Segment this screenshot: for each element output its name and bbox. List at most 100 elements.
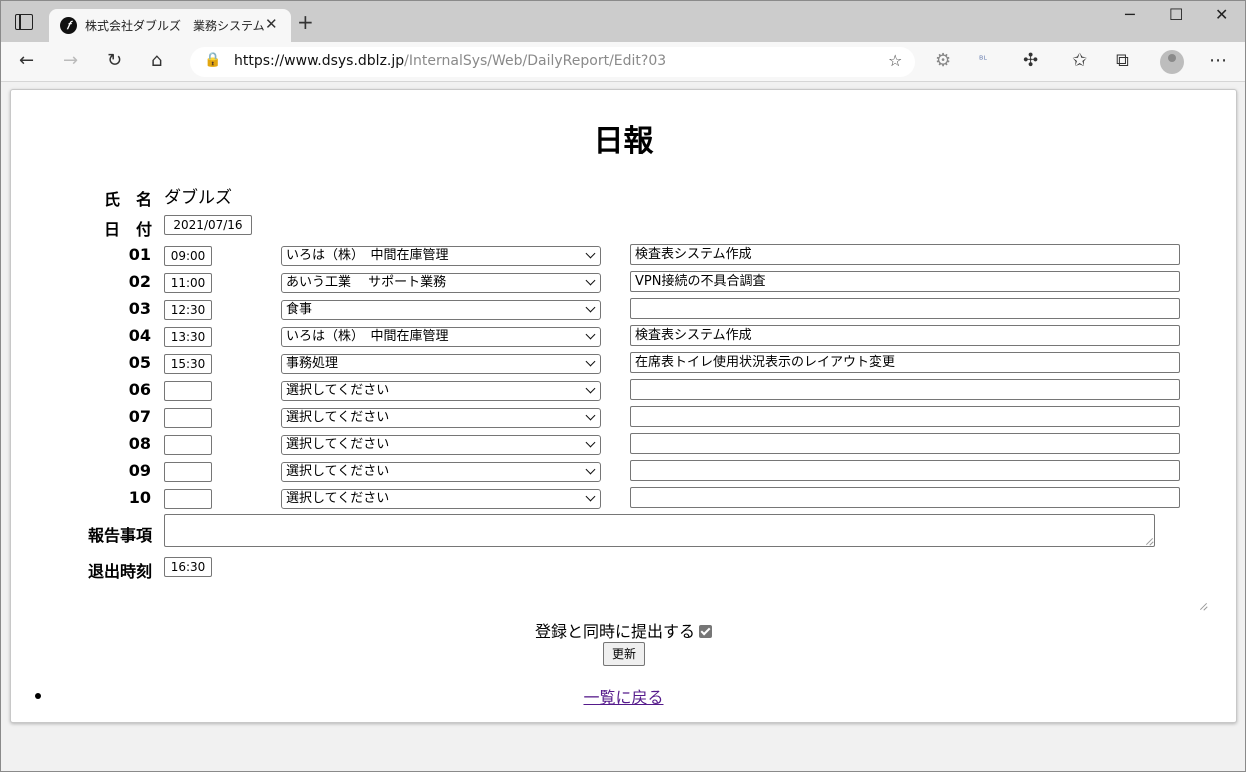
row-number: 10 — [128, 488, 151, 507]
extensions-puzzle-icon[interactable]: ✣ — [1023, 49, 1038, 73]
row-task-select[interactable]: あいう工業 サポート業務 — [281, 273, 601, 293]
chevron-down-icon — [585, 248, 596, 259]
row-task-select[interactable]: 選択してください — [281, 489, 601, 509]
row-task-select[interactable]: 食事 — [281, 300, 601, 320]
resize-grip-icon[interactable] — [1145, 537, 1153, 545]
row-detail-input[interactable] — [630, 433, 1180, 454]
date-label: 日 付 — [104, 220, 153, 239]
row-detail-input[interactable] — [630, 487, 1180, 508]
tab-close-icon[interactable]: ✕ — [265, 15, 278, 33]
add-favorite-icon[interactable]: ☆ — [888, 51, 902, 70]
address-bar[interactable]: 🔒 https://www.dsys.dblz.jp/InternalSys/W… — [190, 47, 915, 77]
row-task-value: 食事 — [286, 302, 313, 317]
row-detail-input[interactable]: 検査表システム作成 — [630, 325, 1180, 346]
row-detail-input[interactable] — [630, 460, 1180, 481]
browser-window: 𝑓 株式会社ダブルズ 業務システム ✕ + ─ ☐ ✕ ← → ↻ ⌂ 🔒 ht… — [0, 0, 1246, 772]
row-number: 01 — [128, 245, 151, 264]
row-detail-input[interactable] — [630, 379, 1180, 400]
row-time-input[interactable]: 12:30 — [164, 300, 212, 320]
chevron-down-icon — [585, 464, 596, 475]
profile-avatar[interactable] — [1160, 50, 1184, 74]
forward-icon[interactable]: → — [63, 49, 78, 73]
page-title: 日報 — [593, 124, 654, 159]
tab-strip: 𝑓 株式会社ダブルズ 業務システム ✕ + ─ ☐ ✕ — [1, 1, 1245, 42]
submit-checkbox-label: 登録と同時に提出する — [534, 622, 695, 641]
row-task-value: あいう工業 サポート業務 — [286, 275, 447, 290]
chevron-down-icon — [585, 437, 596, 448]
row-task-select[interactable]: 選択してください — [281, 408, 601, 428]
collections-icon[interactable]: ⧉ — [1116, 49, 1129, 73]
browser-toolbar: ← → ↻ ⌂ 🔒 https://www.dsys.dblz.jp/Inter… — [1, 42, 1245, 82]
resize-grip-icon[interactable] — [1199, 602, 1207, 610]
row-time-input[interactable]: 13:30 — [164, 327, 212, 347]
row-task-select[interactable]: いろは（株） 中間在庫管理 — [281, 327, 601, 347]
row-detail-input[interactable]: VPN接続の不具合調査 — [630, 271, 1180, 292]
submit-with-register-row: 登録と同時に提出する — [11, 618, 1236, 642]
extension-icon[interactable]: ⚙ — [935, 49, 951, 73]
favorites-icon[interactable]: ✩ — [1072, 49, 1087, 73]
chevron-down-icon — [585, 275, 596, 286]
row-number: 04 — [128, 326, 151, 345]
row-number: 05 — [128, 353, 151, 372]
row-task-select[interactable]: 選択してください — [281, 435, 601, 455]
lock-icon: 🔒 — [204, 52, 222, 68]
chevron-down-icon — [585, 302, 596, 313]
chevron-down-icon — [585, 491, 596, 502]
row-time-input[interactable] — [164, 381, 212, 401]
row-number: 02 — [128, 272, 151, 291]
row-task-value: 選択してください — [286, 437, 390, 452]
back-to-list-link[interactable]: 一覧に戻る — [11, 684, 1236, 708]
home-icon[interactable]: ⌂ — [151, 49, 162, 73]
new-tab-icon[interactable]: + — [297, 10, 314, 34]
row-task-value: 事務処理 — [286, 356, 339, 371]
report-textarea[interactable] — [164, 514, 1155, 547]
row-time-input[interactable] — [164, 462, 212, 482]
row-detail-input[interactable] — [630, 406, 1180, 427]
site-favicon-icon: 𝑓 — [60, 17, 77, 34]
row-detail-input[interactable]: 在席表トイレ使用状況表示のレイアウト変更 — [630, 352, 1180, 373]
row-detail-input[interactable] — [630, 298, 1180, 319]
row-time-input[interactable]: 15:30 — [164, 354, 212, 374]
name-label: 氏 名 — [104, 190, 153, 209]
row-number: 06 — [128, 380, 151, 399]
submit-checkbox[interactable] — [699, 625, 712, 638]
row-time-input[interactable]: 09:00 — [164, 246, 212, 266]
refresh-icon[interactable]: ↻ — [107, 49, 122, 73]
back-icon[interactable]: ← — [19, 49, 34, 73]
row-detail-input[interactable]: 検査表システム作成 — [630, 244, 1180, 265]
report-label: 報告事項 — [88, 526, 153, 545]
tab-actions-icon[interactable] — [15, 14, 33, 30]
row-task-value: 選択してください — [286, 383, 390, 398]
name-value: ダブルズ — [164, 188, 232, 208]
leave-time-input[interactable]: 16:30 — [164, 557, 212, 577]
row-task-value: 選択してください — [286, 464, 390, 479]
chevron-down-icon — [585, 329, 596, 340]
row-task-select[interactable]: いろは（株） 中間在庫管理 — [281, 246, 601, 266]
window-close-icon[interactable]: ✕ — [1215, 5, 1228, 24]
extension-badge-icon[interactable]: ᴮᴸ — [979, 49, 987, 73]
row-time-input[interactable]: 11:00 — [164, 273, 212, 293]
page-content: 日報 氏 名 ダブルズ 日 付 2021/07/16 01 09:00 いろは（株）… — [10, 89, 1237, 723]
row-task-value: 選択してください — [286, 491, 390, 506]
row-time-input[interactable] — [164, 435, 212, 455]
chevron-down-icon — [585, 383, 596, 394]
row-task-select[interactable]: 選択してください — [281, 381, 601, 401]
row-number: 09 — [128, 461, 151, 480]
row-task-select[interactable]: 選択してください — [281, 462, 601, 482]
url-text[interactable]: https://www.dsys.dblz.jp/InternalSys/Web… — [234, 53, 666, 69]
row-number: 07 — [128, 407, 151, 426]
row-task-value: いろは（株） 中間在庫管理 — [286, 248, 449, 263]
maximize-icon[interactable]: ☐ — [1169, 5, 1183, 24]
more-menu-icon[interactable]: ⋯ — [1209, 49, 1227, 73]
row-task-select[interactable]: 事務処理 — [281, 354, 601, 374]
chevron-down-icon — [585, 410, 596, 421]
active-tab[interactable]: 𝑓 株式会社ダブルズ 業務システム ✕ — [49, 9, 291, 42]
row-number: 03 — [128, 299, 151, 318]
row-time-input[interactable] — [164, 408, 212, 428]
row-time-input[interactable] — [164, 489, 212, 509]
row-task-value: いろは（株） 中間在庫管理 — [286, 329, 449, 344]
date-input[interactable]: 2021/07/16 — [164, 215, 252, 235]
minimize-icon[interactable]: ─ — [1125, 5, 1135, 24]
row-task-value: 選択してください — [286, 410, 390, 425]
update-button[interactable]: 更新 — [603, 642, 645, 666]
